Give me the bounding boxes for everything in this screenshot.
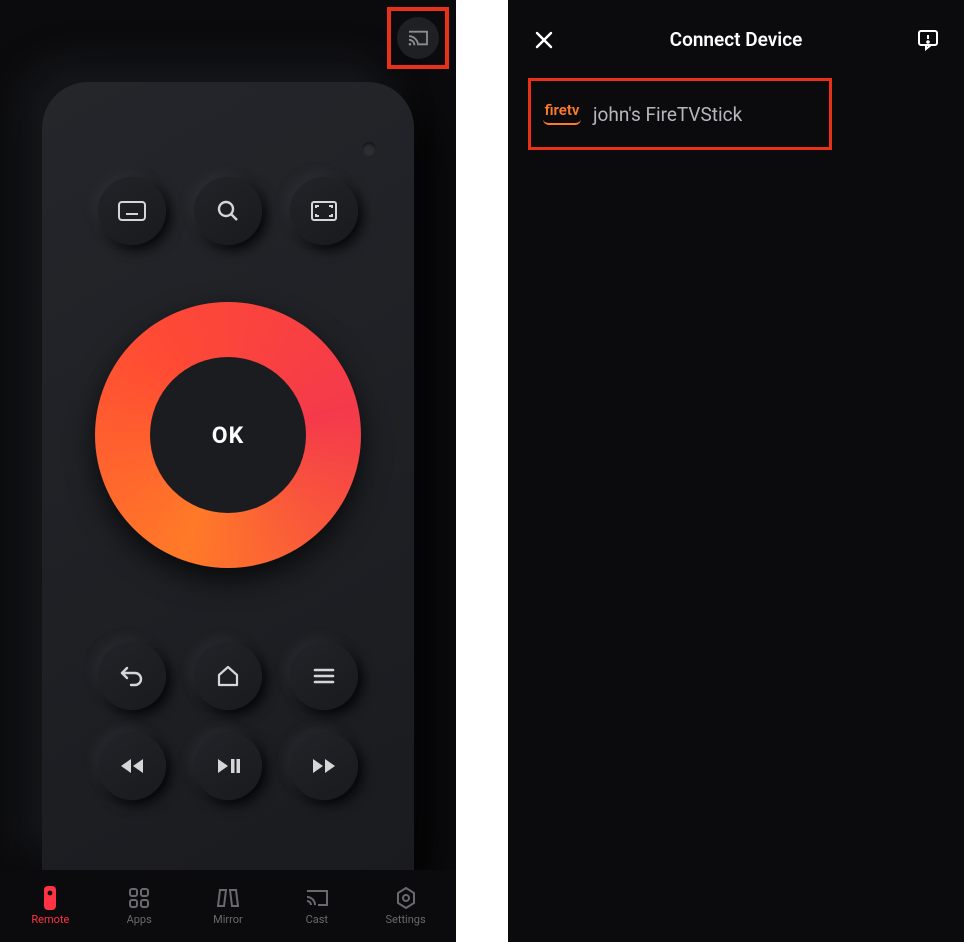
remote-row-mid xyxy=(42,642,414,710)
highlight-cast-icon xyxy=(387,7,449,69)
close-icon xyxy=(534,30,554,50)
cast-nav-icon xyxy=(305,886,329,910)
home-icon xyxy=(216,664,240,688)
close-button[interactable] xyxy=(530,26,558,54)
nav-label: Settings xyxy=(385,913,425,926)
search-icon xyxy=(216,199,240,223)
remote-body: OK xyxy=(42,82,414,872)
remote-icon xyxy=(38,886,62,910)
keyboard-icon xyxy=(118,201,146,221)
cast-button[interactable] xyxy=(397,17,439,59)
nav-cast[interactable]: Cast xyxy=(278,886,356,926)
nav-settings[interactable]: Settings xyxy=(367,886,445,926)
search-button[interactable] xyxy=(194,177,262,245)
bottom-nav: Remote Apps Mirror Cast Settings xyxy=(0,870,456,942)
fullscreen-button[interactable] xyxy=(290,177,358,245)
firetv-brand-text: firetv xyxy=(545,103,580,118)
screen-connect-device: Connect Device firetv john's FireTVStick xyxy=(508,0,964,942)
remote-row-top xyxy=(42,177,414,245)
rewind-icon xyxy=(119,757,145,775)
forward-button[interactable] xyxy=(290,732,358,800)
home-button[interactable] xyxy=(194,642,262,710)
settings-icon xyxy=(394,886,418,910)
nav-mirror[interactable]: Mirror xyxy=(189,886,267,926)
amazon-smile-icon xyxy=(543,119,581,125)
back-icon xyxy=(119,664,145,688)
device-list-item[interactable]: firetv john's FireTVStick xyxy=(528,78,832,150)
ok-label: OK xyxy=(212,422,244,449)
apps-icon xyxy=(127,886,151,910)
menu-icon xyxy=(312,667,336,685)
nav-label: Apps xyxy=(127,913,152,926)
device-name-label: john's FireTVStick xyxy=(593,103,742,126)
nav-label: Cast xyxy=(306,913,328,926)
nav-label: Remote xyxy=(31,913,69,926)
forward-icon xyxy=(311,757,337,775)
page-title: Connect Device xyxy=(670,28,803,51)
menu-button[interactable] xyxy=(290,642,358,710)
play-pause-icon xyxy=(216,757,240,775)
ok-button[interactable]: OK xyxy=(150,357,306,513)
feedback-button[interactable] xyxy=(914,26,942,54)
connect-header: Connect Device xyxy=(508,0,964,78)
play-pause-button[interactable] xyxy=(194,732,262,800)
nav-apps[interactable]: Apps xyxy=(100,886,178,926)
screen-remote: OK xyxy=(0,0,456,942)
feedback-icon xyxy=(917,29,939,51)
nav-label: Mirror xyxy=(213,913,243,926)
rewind-button[interactable] xyxy=(98,732,166,800)
fullscreen-icon xyxy=(311,201,337,221)
mirror-icon xyxy=(216,886,240,910)
nav-remote[interactable]: Remote xyxy=(11,886,89,926)
dpad-ring[interactable]: OK xyxy=(95,302,361,568)
firetv-logo: firetv xyxy=(543,103,581,125)
cast-icon xyxy=(407,29,429,47)
status-led xyxy=(362,142,376,156)
remote-row-bottom xyxy=(42,732,414,800)
back-button[interactable] xyxy=(98,642,166,710)
keyboard-button[interactable] xyxy=(98,177,166,245)
